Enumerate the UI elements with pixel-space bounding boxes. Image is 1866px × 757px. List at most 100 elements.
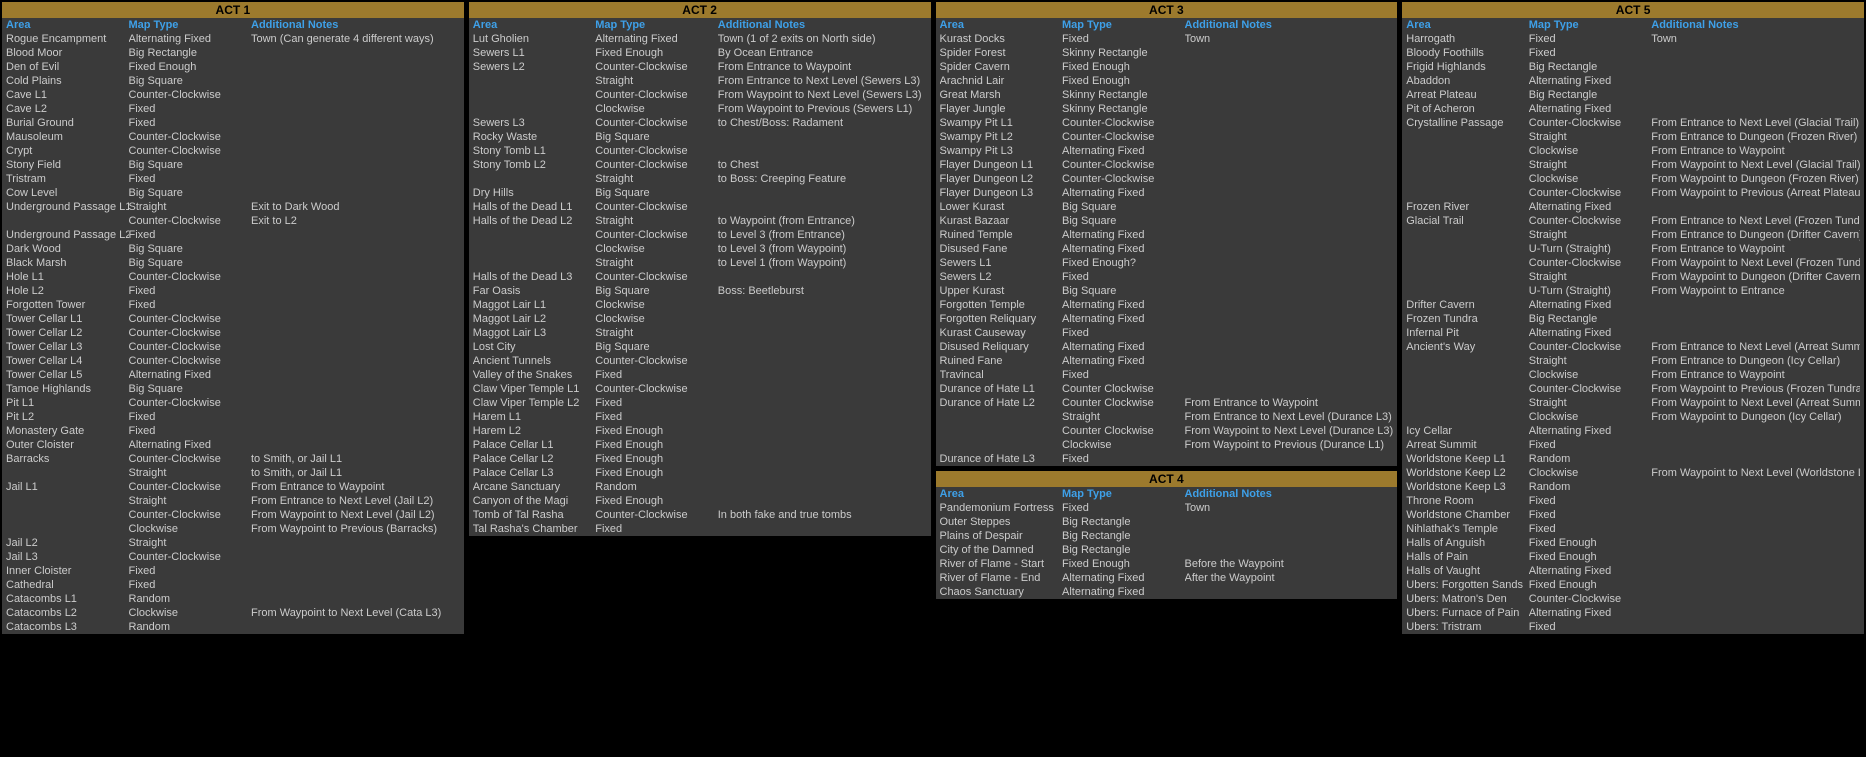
cell-area bbox=[6, 522, 129, 536]
cell-area: Ubers: Forgotten Sands bbox=[1406, 578, 1529, 592]
cell-map-type: Clockwise bbox=[129, 606, 252, 620]
cell-map-type: Fixed Enough bbox=[129, 60, 252, 74]
column-header-row: AreaMap TypeAdditional Notes bbox=[2, 18, 464, 32]
cell-notes bbox=[1651, 438, 1860, 452]
cell-map-type: Counter-Clockwise bbox=[129, 452, 252, 466]
cell-area: Catacombs L2 bbox=[6, 606, 129, 620]
table-row: StraightFrom Entrance to Dungeon (Drifte… bbox=[1402, 228, 1864, 242]
cell-area: Tal Rasha's Chamber bbox=[473, 522, 596, 536]
cell-area: Frigid Highlands bbox=[1406, 60, 1529, 74]
cell-map-type: Big Rectangle bbox=[1529, 312, 1652, 326]
table-row: Forgotten TempleAlternating Fixed bbox=[936, 298, 1398, 312]
cell-map-type: Counter-Clockwise bbox=[129, 396, 252, 410]
table-row: HarrogathFixedTown bbox=[1402, 32, 1864, 46]
header-notes: Additional Notes bbox=[1651, 19, 1860, 31]
cell-map-type: Counter-Clockwise bbox=[595, 144, 718, 158]
cell-map-type: Counter-Clockwise bbox=[1062, 158, 1185, 172]
cell-area: Flayer Jungle bbox=[940, 102, 1063, 116]
cell-notes bbox=[251, 88, 460, 102]
cell-map-type: Fixed bbox=[129, 102, 252, 116]
cell-notes: Exit to Dark Wood bbox=[251, 200, 460, 214]
cell-area: Valley of the Snakes bbox=[473, 368, 596, 382]
cell-area bbox=[1406, 410, 1529, 424]
table-row: Cow LevelBig Square bbox=[2, 186, 464, 200]
cell-area: Dry Hills bbox=[473, 186, 596, 200]
cell-area: Worldstone Chamber bbox=[1406, 508, 1529, 522]
table-row: Worldstone Keep L2ClockwiseFrom Waypoint… bbox=[1402, 466, 1864, 480]
table-row: Counter-ClockwiseFrom Waypoint to Next L… bbox=[469, 88, 931, 102]
cell-notes bbox=[251, 564, 460, 578]
cell-notes bbox=[1651, 592, 1860, 606]
cell-notes bbox=[251, 326, 460, 340]
cell-notes: From Entrance to Waypoint bbox=[251, 480, 460, 494]
cell-area bbox=[473, 88, 596, 102]
cell-area: Forgotten Tower bbox=[6, 298, 129, 312]
table-row: Halls of AnguishFixed Enough bbox=[1402, 536, 1864, 550]
table-row: Outer SteppesBig Rectangle bbox=[936, 515, 1398, 529]
cell-area: Tower Cellar L2 bbox=[6, 326, 129, 340]
act-table: ACT 2AreaMap TypeAdditional NotesLut Gho… bbox=[468, 1, 932, 537]
cell-notes bbox=[251, 46, 460, 60]
cell-notes bbox=[251, 256, 460, 270]
table-row: Ruined TempleAlternating Fixed bbox=[936, 228, 1398, 242]
cell-map-type: Fixed bbox=[129, 228, 252, 242]
cell-area: Ubers: Furnace of Pain bbox=[1406, 606, 1529, 620]
cell-notes: From Entrance to Next Level (Jail L2) bbox=[251, 494, 460, 508]
table-row: Cave L2Fixed bbox=[2, 102, 464, 116]
table-row: Far OasisBig SquareBoss: Beetleburst bbox=[469, 284, 931, 298]
table-row: Halls of VaughtAlternating Fixed bbox=[1402, 564, 1864, 578]
cell-notes bbox=[1185, 144, 1394, 158]
cell-notes: From Waypoint to Next Level (Frozen Tund… bbox=[1651, 256, 1860, 270]
table-row: Arreat PlateauBig Rectangle bbox=[1402, 88, 1864, 102]
table-row: StraightFrom Waypoint to Dungeon (Drifte… bbox=[1402, 270, 1864, 284]
cell-area: Tamoe Highlands bbox=[6, 382, 129, 396]
cell-map-type: Counter-Clockwise bbox=[129, 550, 252, 564]
table-row: Durance of Hate L2Counter ClockwiseFrom … bbox=[936, 396, 1398, 410]
cell-notes: From Entrance to Dungeon (Icy Cellar) bbox=[1651, 354, 1860, 368]
table-row: Ruined FaneAlternating Fixed bbox=[936, 354, 1398, 368]
cell-notes bbox=[251, 298, 460, 312]
table-row: River of Flame - EndAlternating FixedAft… bbox=[936, 571, 1398, 585]
table-row: Disused FaneAlternating Fixed bbox=[936, 242, 1398, 256]
cell-notes bbox=[1185, 326, 1394, 340]
table-row: Drifter CavernAlternating Fixed bbox=[1402, 298, 1864, 312]
table-row: Jail L2Straight bbox=[2, 536, 464, 550]
cell-notes bbox=[1651, 74, 1860, 88]
table-row: StraightFrom Entrance to Next Level (Jai… bbox=[2, 494, 464, 508]
cell-map-type: Counter-Clockwise bbox=[129, 144, 252, 158]
cell-map-type: Big Rectangle bbox=[129, 46, 252, 60]
cell-map-type: Big Rectangle bbox=[1062, 515, 1185, 529]
cell-notes: to Level 1 (from Waypoint) bbox=[718, 256, 927, 270]
column: ACT 1AreaMap TypeAdditional NotesRogue E… bbox=[1, 1, 465, 635]
cell-map-type: Counter-Clockwise bbox=[1529, 592, 1652, 606]
act-table: ACT 3AreaMap TypeAdditional NotesKurast … bbox=[935, 1, 1399, 467]
cell-map-type: Fixed bbox=[1529, 46, 1652, 60]
cell-notes: From Entrance to Waypoint bbox=[1651, 242, 1860, 256]
table-row: Inner CloisterFixed bbox=[2, 564, 464, 578]
table-row: Frigid HighlandsBig Rectangle bbox=[1402, 60, 1864, 74]
cell-map-type: Big Square bbox=[595, 130, 718, 144]
cell-map-type: Fixed bbox=[595, 522, 718, 536]
table-row: Ubers: Furnace of PainAlternating Fixed bbox=[1402, 606, 1864, 620]
cell-area: Black Marsh bbox=[6, 256, 129, 270]
cell-map-type: Counter-Clockwise bbox=[1529, 256, 1652, 270]
cell-map-type: Alternating Fixed bbox=[1529, 200, 1652, 214]
table-row: Arcane SanctuaryRandom bbox=[469, 480, 931, 494]
cell-map-type: Fixed bbox=[1529, 522, 1652, 536]
table-row: ClockwiseFrom Waypoint to Dungeon (Icy C… bbox=[1402, 410, 1864, 424]
table-row: Maggot Lair L3Straight bbox=[469, 326, 931, 340]
table-row: CryptCounter-Clockwise bbox=[2, 144, 464, 158]
cell-notes bbox=[718, 298, 927, 312]
cell-notes bbox=[1185, 88, 1394, 102]
table-row: Stony FieldBig Square bbox=[2, 158, 464, 172]
cell-area: Underground Passage L2 bbox=[6, 228, 129, 242]
table-row: Great MarshSkinny Rectangle bbox=[936, 88, 1398, 102]
table-row: Tower Cellar L4Counter-Clockwise bbox=[2, 354, 464, 368]
cell-map-type: Alternating Fixed bbox=[129, 32, 252, 46]
cell-map-type: Straight bbox=[129, 200, 252, 214]
cell-area: Frozen Tundra bbox=[1406, 312, 1529, 326]
cell-area: Maggot Lair L2 bbox=[473, 312, 596, 326]
cell-map-type: Random bbox=[129, 592, 252, 606]
cell-area: Worldstone Keep L3 bbox=[1406, 480, 1529, 494]
table-row: Underground Passage L2Fixed bbox=[2, 228, 464, 242]
